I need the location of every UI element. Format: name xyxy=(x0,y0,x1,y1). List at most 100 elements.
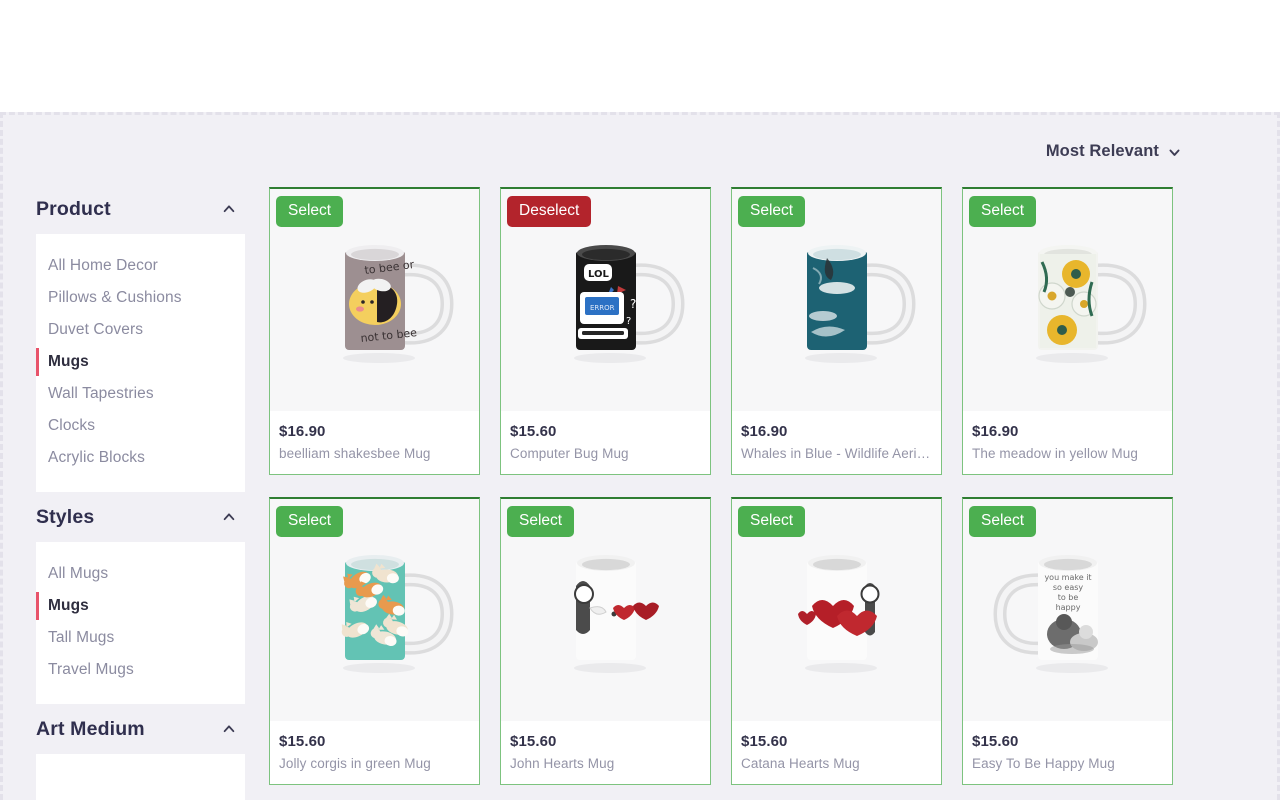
product-price: $15.60 xyxy=(510,733,557,750)
product-image: Select you make it so easy to be happy xyxy=(963,499,1172,721)
mug-artwork xyxy=(749,522,925,698)
product-price: $15.60 xyxy=(510,423,557,440)
mug-artwork: you make it so easy to be happy xyxy=(980,522,1156,698)
svg-text:so easy: so easy xyxy=(1052,583,1083,592)
product-info: $15.60 Computer Bug Mug xyxy=(501,411,710,474)
facet-option-label: All Mugs xyxy=(48,565,109,582)
mug-artwork xyxy=(287,522,463,698)
product-title: Jolly corgis in green Mug xyxy=(279,756,431,771)
facet-options xyxy=(36,754,245,800)
facet-art-medium: Art Medium xyxy=(36,704,245,800)
product-image: Select xyxy=(501,499,710,721)
product-info: $15.60 Catana Hearts Mug xyxy=(732,721,941,784)
product-title: Computer Bug Mug xyxy=(510,446,629,461)
product-price: $16.90 xyxy=(279,423,326,440)
facet-title: Product xyxy=(36,197,111,220)
product-title: The meadow in yellow Mug xyxy=(972,446,1138,461)
product-title: Easy To Be Happy Mug xyxy=(972,756,1115,771)
facet-option-wall-tapestries[interactable]: Wall Tapestries xyxy=(36,378,245,410)
select-button[interactable]: Select xyxy=(969,506,1037,537)
product-info: $15.60 Easy To Be Happy Mug xyxy=(963,721,1172,784)
facet-option-all-home-decor[interactable]: All Home Decor xyxy=(36,250,245,282)
mug-artwork: LOL ERROR?? xyxy=(518,212,694,388)
product-price: $15.60 xyxy=(741,733,788,750)
facet-option-label: Travel Mugs xyxy=(48,661,134,678)
product-title: John Hearts Mug xyxy=(510,756,615,771)
body-columns: Product All Home Decor Pillows & Cushions D… xyxy=(3,115,1277,800)
facet-option-label: Pillows & Cushions xyxy=(48,289,182,306)
facet-options: All Home Decor Pillows & Cushions Duvet Co… xyxy=(36,234,245,492)
svg-text:LOL: LOL xyxy=(588,269,610,280)
facet-option-clocks[interactable]: Clocks xyxy=(36,410,245,442)
facet-option-all-mugs[interactable]: All Mugs xyxy=(36,558,245,590)
product-grid: Select to bee or not to bee $16.90 beelliam … xyxy=(269,187,1189,785)
product-price: $15.60 xyxy=(972,733,1019,750)
select-button[interactable]: Select xyxy=(276,506,344,537)
facet-option-mugs[interactable]: Mugs xyxy=(36,346,245,378)
facet-option-duvet-covers[interactable]: Duvet Covers xyxy=(36,314,245,346)
product-card[interactable]: Select $16.90 The meadow in yellow Mug xyxy=(962,187,1173,475)
facet-option-mugs[interactable]: Mugs xyxy=(36,590,245,622)
svg-text:you make it: you make it xyxy=(1044,573,1091,582)
facet-option-label: All Home Decor xyxy=(48,257,158,274)
facet-header[interactable]: Art Medium xyxy=(36,704,245,754)
facet-option-tall-mugs[interactable]: Tall Mugs xyxy=(36,622,245,654)
facet-option-label: Mugs xyxy=(48,597,89,614)
facet-option-travel-mugs[interactable]: Travel Mugs xyxy=(36,654,245,686)
product-card[interactable]: Select you make it so easy to be happy $15.60… xyxy=(962,497,1173,785)
facet-product: Product All Home Decor Pillows & Cushions D… xyxy=(36,184,245,492)
select-button[interactable]: Select xyxy=(276,196,344,227)
product-image: Select xyxy=(963,189,1172,411)
product-info: $16.90 The meadow in yellow Mug xyxy=(963,411,1172,474)
product-price: $15.60 xyxy=(279,733,326,750)
facet-options: All Mugs Mugs Tall Mugs Travel Mugs xyxy=(36,542,245,704)
facet-option-acrylic-blocks[interactable]: Acrylic Blocks xyxy=(36,442,245,474)
product-card[interactable]: Select $15.60 John Hearts Mug xyxy=(500,497,711,785)
product-card[interactable]: Select $16.90 Whales in Blue - Wildlife Ae… xyxy=(731,187,942,475)
facet-option-pillows-cushions[interactable]: Pillows & Cushions xyxy=(36,282,245,314)
facet-header[interactable]: Styles xyxy=(36,492,245,542)
select-button[interactable]: Select xyxy=(507,506,575,537)
facet-option-label: Duvet Covers xyxy=(48,321,144,338)
chevron-up-icon xyxy=(222,202,236,216)
product-card[interactable]: Select $15.60 Catana Hearts Mug xyxy=(731,497,942,785)
product-price: $16.90 xyxy=(972,423,1019,440)
svg-text:to be: to be xyxy=(1057,593,1078,602)
chevron-up-icon xyxy=(222,722,236,736)
deselect-button[interactable]: Deselect xyxy=(507,196,592,227)
product-image: Select xyxy=(732,499,941,721)
select-button[interactable]: Select xyxy=(738,196,806,227)
facet-title: Art Medium xyxy=(36,717,145,740)
select-button[interactable]: Select xyxy=(738,506,806,537)
product-image: Deselect LOL ERROR?? xyxy=(501,189,710,411)
facet-option-label: Tall Mugs xyxy=(48,629,115,646)
facet-title: Styles xyxy=(36,505,95,528)
product-card[interactable]: Select $15.60 Jolly corgis in green Mug xyxy=(269,497,480,785)
svg-text:?: ? xyxy=(630,297,636,311)
svg-text:ERROR: ERROR xyxy=(590,304,615,312)
product-title: Whales in Blue - Wildlife Aeria... xyxy=(741,446,932,461)
product-card[interactable]: Deselect LOL ERROR?? $15.60 Computer Bug Mug xyxy=(500,187,711,475)
chevron-up-icon xyxy=(222,510,236,524)
facet-option-label: Acrylic Blocks xyxy=(48,449,145,466)
product-image: Select xyxy=(270,499,479,721)
product-image: Select to bee or not to bee xyxy=(270,189,479,411)
select-button[interactable]: Select xyxy=(969,196,1037,227)
mug-artwork: to bee or not to bee xyxy=(287,212,463,388)
page-root: Most Relevant Product All Home Decor Pillo… xyxy=(0,0,1280,800)
product-title: Catana Hearts Mug xyxy=(741,756,860,771)
product-info: $15.60 Jolly corgis in green Mug xyxy=(270,721,479,784)
product-price: $16.90 xyxy=(741,423,788,440)
filter-sidebar: Product All Home Decor Pillows & Cushions D… xyxy=(36,184,245,800)
mug-artwork xyxy=(749,212,925,388)
mug-artwork xyxy=(980,212,1156,388)
facet-option-label: Clocks xyxy=(48,417,96,434)
content-viewport: Most Relevant Product All Home Decor Pillo… xyxy=(0,112,1280,800)
product-card[interactable]: Select to bee or not to bee $16.90 beelliam … xyxy=(269,187,480,475)
mug-artwork xyxy=(518,522,694,698)
product-info: $15.60 John Hearts Mug xyxy=(501,721,710,784)
svg-text:?: ? xyxy=(626,316,631,327)
svg-text:happy: happy xyxy=(1055,603,1080,612)
facet-option-label: Wall Tapestries xyxy=(48,385,154,402)
facet-header[interactable]: Product xyxy=(36,184,245,234)
